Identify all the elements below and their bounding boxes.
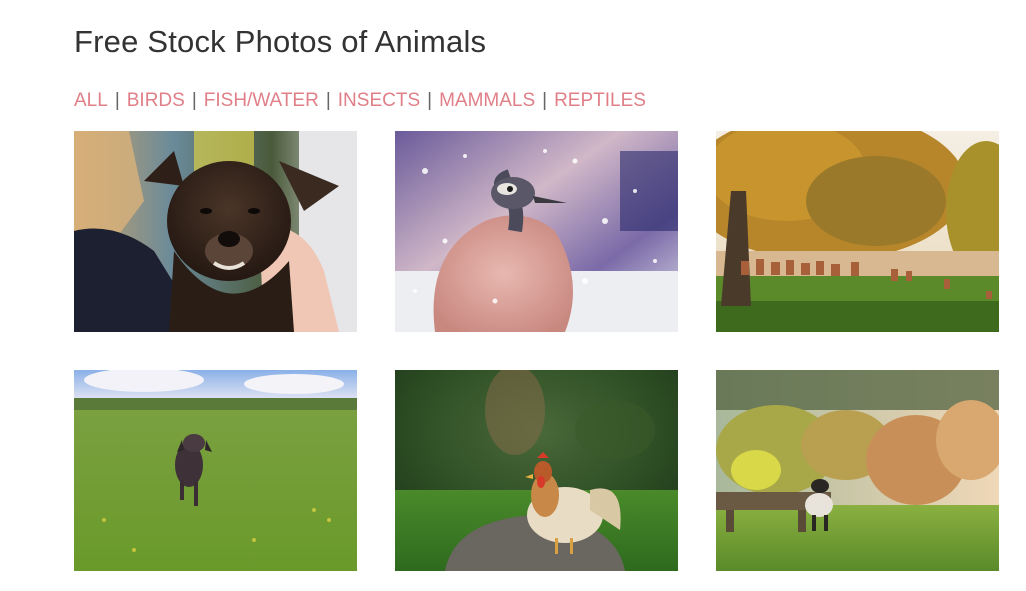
filter-separator: |: [427, 90, 433, 111]
page-title: Free Stock Photos of Animals: [74, 24, 487, 59]
dog-field-photo-image: [74, 370, 357, 571]
filter-insects-link[interactable]: INSECTS: [338, 90, 420, 111]
photo-grid: [74, 131, 999, 571]
filter-birds-link[interactable]: BIRDS: [127, 90, 185, 111]
photo-tile-rooster[interactable]: [395, 370, 678, 571]
photo-tile-peacock[interactable]: [395, 131, 678, 332]
photo-tile-puppy[interactable]: [74, 131, 357, 332]
photo-tile-lamb[interactable]: [716, 370, 999, 571]
page: Free Stock Photos of Animals ALL | BIRDS | F…: [0, 0, 1026, 591]
peacock-photo-image: [395, 131, 678, 332]
filter-separator: |: [114, 90, 120, 111]
filter-reptiles-link[interactable]: REPTILES: [554, 90, 646, 111]
filter-separator: |: [325, 90, 331, 111]
puppy-photo-image: [74, 131, 357, 332]
filter-separator: |: [542, 90, 548, 111]
filter-separator: |: [191, 90, 197, 111]
rooster-photo-image: [395, 370, 678, 571]
photo-tile-deer[interactable]: [716, 131, 999, 332]
filter-mammals-link[interactable]: MAMMALS: [439, 90, 535, 111]
filter-all-link[interactable]: ALL: [74, 90, 108, 111]
category-filter-nav: ALL | BIRDS | FISH/WATER | INSECTS | MAMMALS | REP…: [74, 90, 646, 112]
lamb-photo-image: [716, 370, 999, 571]
deer-photo-image: [716, 131, 999, 332]
filter-fish-water-link[interactable]: FISH/WATER: [204, 90, 319, 111]
photo-tile-dog-field[interactable]: [74, 370, 357, 571]
